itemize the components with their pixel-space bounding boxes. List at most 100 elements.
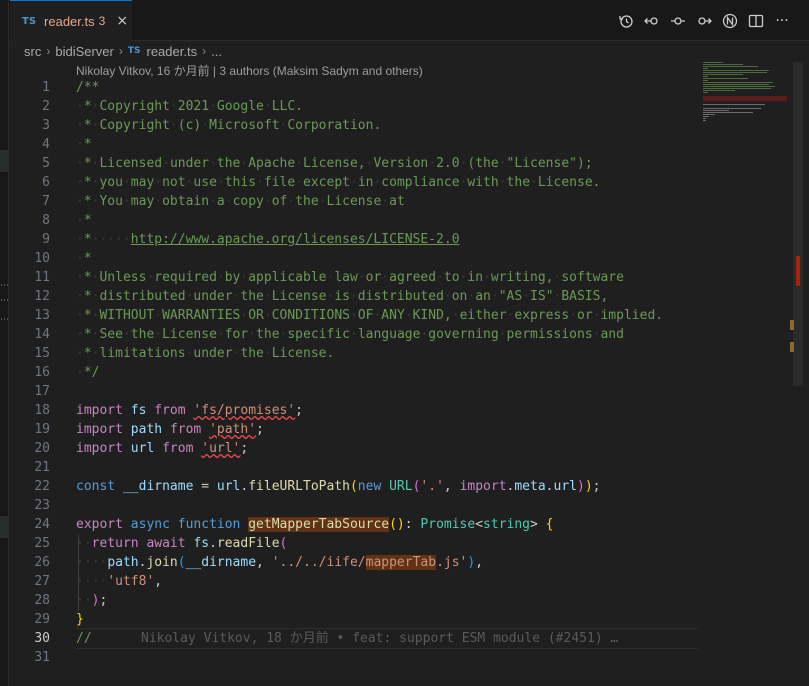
code-text: ··return await fs.readFile( xyxy=(76,536,288,551)
git-compare-previous-icon[interactable] xyxy=(639,10,665,32)
code-text: ·*·See·the·License·for·the·specific·lang… xyxy=(76,327,624,342)
code-text: /** xyxy=(76,80,100,95)
code-text: ·* xyxy=(76,213,92,228)
code-line[interactable]: 1 /** xyxy=(0,78,700,97)
codelens-blame[interactable]: Nikolay Vitkov, 16 か月前 | 3 authors (Maks… xyxy=(76,62,423,79)
minimap-line xyxy=(703,68,708,69)
breadcrumb-bidiserver[interactable]: bidiServer xyxy=(55,44,114,59)
code-line[interactable]: 28 ··); xyxy=(0,591,700,610)
code-line[interactable]: 6 ·*·you·may·not·use·this·file·except·in·… xyxy=(0,173,700,192)
code-line[interactable]: 21 xyxy=(0,458,700,477)
code-line[interactable]: 14 ·*·See·the·License·for·the·specific·la… xyxy=(0,325,700,344)
code-text: const __dirname = url.fileURLToPath(new … xyxy=(76,479,601,494)
minimap-line xyxy=(703,82,773,83)
code-line[interactable]: 25 ··return await fs.readFile( xyxy=(0,534,700,553)
minimap-line xyxy=(703,74,743,75)
code-line[interactable]: 2 ·*·Copyright·2021·Google·LLC. xyxy=(0,97,700,116)
breadcrumb-symbols[interactable]: ... xyxy=(211,44,222,59)
code-line[interactable]: 15 ·*·limitations·under·the·License. xyxy=(0,344,700,363)
code-line[interactable]: 20 import url from 'url'; xyxy=(0,439,700,458)
line-number: 27 xyxy=(34,574,50,589)
breadcrumb-file[interactable]: reader.ts xyxy=(147,44,198,59)
code-line[interactable]: 11 ·*·Unless·required·by·applicable·law·o… xyxy=(0,268,700,287)
history-icon[interactable] xyxy=(613,10,639,32)
code-text: } xyxy=(76,612,84,627)
line-number: 11 xyxy=(34,270,50,285)
code-line[interactable]: 24 export async function getMapperTabSour… xyxy=(0,515,700,534)
breadcrumb: src › bidiServer › TS reader.ts › ... xyxy=(24,40,222,62)
code-text: ·*·WITHOUT·WARRANTIES·OR·CONDITIONS·OF·A… xyxy=(76,308,664,323)
copilot-icon[interactable] xyxy=(717,10,743,32)
line-number: 18 xyxy=(34,403,50,418)
code-text: export async function getMapperTabSource… xyxy=(76,517,554,532)
minimap-line xyxy=(703,70,769,71)
code-text: // xyxy=(76,631,92,646)
overview-ruler-error xyxy=(796,256,800,286)
breadcrumb-src[interactable]: src xyxy=(24,44,41,59)
minimap-line xyxy=(703,112,753,113)
line-number: 4 xyxy=(42,137,50,152)
git-compare-next-icon[interactable] xyxy=(691,10,717,32)
line-number: 12 xyxy=(34,289,50,304)
code-line[interactable]: 29} xyxy=(0,610,700,629)
code-line[interactable]: 7 ·*·You·may·obtain·a·copy·of·the·License… xyxy=(0,192,700,211)
code-text: ·* xyxy=(76,251,92,266)
code-line[interactable]: 3 ·*·Copyright·(c)·Microsoft·Corporation. xyxy=(0,116,700,135)
overview-ruler-change xyxy=(790,320,794,330)
code-line[interactable]: 4 ·* xyxy=(0,135,700,154)
code-text: ·*·Licensed·under·the·Apache·License,·Ve… xyxy=(76,156,593,171)
line-number: 14 xyxy=(34,327,50,342)
code-line[interactable]: 27 ····'utf8', xyxy=(0,572,700,591)
editor-tab-bar: TS reader.ts 3 × ··· xyxy=(9,0,809,41)
code-text: ·*·Copyright·2021·Google·LLC. xyxy=(76,99,304,114)
code-line[interactable]: 13 ·*·WITHOUT·WARRANTIES·OR·CONDITIONS·OF… xyxy=(0,306,700,325)
line-number: 3 xyxy=(42,118,50,133)
more-icon[interactable]: ··· xyxy=(769,10,795,32)
tab-problem-count: 3 xyxy=(98,14,106,28)
code-line[interactable]: 17 xyxy=(0,382,700,401)
inline-blame-annotation: Nikolay Vitkov, 18 か月前 • feat: support E… xyxy=(141,631,619,646)
line-number: 17 xyxy=(34,384,50,399)
close-icon[interactable]: × xyxy=(116,13,128,29)
code-line[interactable]: 8 ·* xyxy=(0,211,700,230)
code-line[interactable]: 26 ····path.join(__dirname, '../../iife/m… xyxy=(0,553,700,572)
minimap-line xyxy=(703,114,715,115)
line-number: 16 xyxy=(34,365,50,380)
code-line[interactable]: 10 ·* xyxy=(0,249,700,268)
line-number: 10 xyxy=(34,251,50,266)
chevron-right-icon: › xyxy=(118,44,123,58)
code-line[interactable]: 23 xyxy=(0,496,700,515)
line-number: 7 xyxy=(42,194,50,209)
minimap-line xyxy=(703,92,708,93)
line-number: 5 xyxy=(42,156,50,171)
minimap[interactable] xyxy=(703,62,787,126)
code-line[interactable]: 9 ·*·····http://www.apache.org/licenses/L… xyxy=(0,230,700,249)
code-text: ·*/ xyxy=(76,365,100,380)
minimap-line xyxy=(703,78,748,79)
line-number: 29 xyxy=(34,612,50,627)
minimap-line xyxy=(703,110,729,111)
split-editor-icon[interactable] xyxy=(743,10,769,32)
minimap-line xyxy=(703,76,708,77)
minimap-line xyxy=(703,72,767,73)
minimap-line xyxy=(703,86,775,87)
code-line[interactable]: 31 xyxy=(0,648,700,667)
minimap-line xyxy=(703,66,758,67)
code-line[interactable]: 16 ·*/ xyxy=(0,363,700,382)
vertical-scrollbar[interactable] xyxy=(793,62,803,386)
code-line[interactable]: 12 ·*·distributed·under·the·License·is·di… xyxy=(0,287,700,306)
code-text: ·*·Unless·required·by·applicable·law·or·… xyxy=(76,270,624,285)
minimap-line xyxy=(703,88,771,89)
code-line[interactable]: 30 // Nikolay Vitkov, 18 か月前 • feat: suppo… xyxy=(0,629,700,648)
code-text: ····path.join(__dirname, '../../iife/map… xyxy=(76,555,484,570)
code-line[interactable]: 5 ·*·Licensed·under·the·Apache·License,·V… xyxy=(0,154,700,173)
code-line[interactable]: 18 import fs from 'fs/promises'; xyxy=(0,401,700,420)
code-line[interactable]: 22 const __dirname = url.fileURLToPath(ne… xyxy=(0,477,700,496)
code-line[interactable]: 19 import path from 'path'; xyxy=(0,420,700,439)
minimap-line xyxy=(703,64,743,65)
chevron-right-icon: › xyxy=(202,44,207,58)
line-number: 21 xyxy=(34,460,50,475)
line-number: 28 xyxy=(34,593,50,608)
git-commit-icon[interactable] xyxy=(665,10,691,32)
tab-reader-ts[interactable]: TS reader.ts 3 × xyxy=(10,0,132,41)
